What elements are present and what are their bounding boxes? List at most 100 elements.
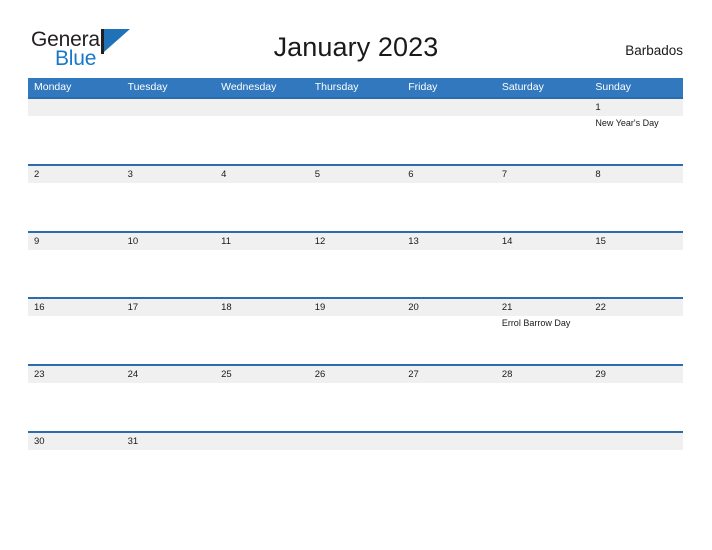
weekday-header-row: Monday Tuesday Wednesday Thursday Friday Satu… xyxy=(28,78,683,97)
weekday-header-thursday: Thursday xyxy=(314,81,359,93)
day-number: 12 xyxy=(314,235,326,247)
day-cell-19[interactable]: 19 xyxy=(309,299,403,364)
day-cell-empty xyxy=(309,433,403,498)
day-cell-2[interactable]: 2 xyxy=(28,166,122,231)
day-number xyxy=(502,433,590,450)
day-cell-empty xyxy=(402,433,496,498)
day-cell-6[interactable]: 6 xyxy=(402,166,496,231)
day-cell-empty xyxy=(215,433,309,498)
day-cell-21[interactable]: 21 Errol Barrow Day xyxy=(496,299,590,364)
day-number xyxy=(221,99,309,116)
day-cell-empty xyxy=(589,433,683,498)
day-cell-16[interactable]: 16 xyxy=(28,299,122,364)
day-number: 21 xyxy=(501,302,513,314)
holiday-label: Errol Barrow Day xyxy=(501,318,571,329)
page-header: General Blue January 2023 Barbados xyxy=(0,0,712,78)
day-number: 1 xyxy=(595,102,601,113)
day-cell-15[interactable]: 15 xyxy=(589,233,683,298)
day-cell-18[interactable]: 18 xyxy=(215,299,309,364)
day-number xyxy=(595,433,683,450)
day-number: 23 xyxy=(34,369,45,381)
day-cell-empty xyxy=(215,99,309,164)
day-cell-29[interactable]: 29 xyxy=(589,366,683,431)
country-label: Barbados xyxy=(625,43,683,58)
day-cell-empty xyxy=(496,433,590,498)
day-cell-26[interactable]: 26 xyxy=(309,366,403,431)
day-cell-3[interactable]: 3 xyxy=(122,166,216,231)
day-cell-4[interactable]: 4 xyxy=(215,166,309,231)
day-cell-empty xyxy=(402,99,496,164)
day-number: 11 xyxy=(221,235,231,247)
day-cell-17[interactable]: 17 xyxy=(122,299,216,364)
day-number xyxy=(34,99,122,116)
weekday-header-monday: Monday xyxy=(34,81,72,93)
day-cell-1[interactable]: 1 New Year's Day xyxy=(589,99,683,164)
calendar-week-row: 23 24 25 26 27 28 29 xyxy=(28,364,683,431)
day-number: 10 xyxy=(127,235,139,247)
day-number: 29 xyxy=(595,369,606,381)
day-cell-22[interactable]: 22 xyxy=(589,299,683,364)
day-cell-12[interactable]: 12 xyxy=(309,233,403,298)
day-number: 25 xyxy=(221,369,232,381)
day-number: 6 xyxy=(408,168,414,180)
day-cell-25[interactable]: 25 xyxy=(215,366,309,431)
day-cell-7[interactable]: 7 xyxy=(496,166,590,231)
day-cell-10[interactable]: 10 xyxy=(122,233,216,298)
week-cells: 9 10 11 12 13 14 15 xyxy=(28,233,683,298)
day-cell-28[interactable]: 28 xyxy=(496,366,590,431)
weekday-header-friday: Friday xyxy=(408,81,438,93)
day-number: 16 xyxy=(34,302,45,314)
day-number xyxy=(502,99,590,116)
calendar-week-row: 2 3 4 5 6 7 8 xyxy=(28,163,683,231)
day-cell-empty xyxy=(309,99,403,164)
day-cell-24[interactable]: 24 xyxy=(122,366,216,431)
day-number xyxy=(315,99,403,116)
day-number: 8 xyxy=(595,168,601,180)
week-cells: 30 31 xyxy=(28,433,683,498)
day-cell-27[interactable]: 27 xyxy=(402,366,496,431)
week-cells: 16 17 18 19 20 21 Errol Barrow Day 22 xyxy=(28,299,683,364)
day-cell-9[interactable]: 9 xyxy=(28,233,122,298)
day-cell-30[interactable]: 30 xyxy=(28,433,122,498)
week-cells: 1 New Year's Day xyxy=(28,99,683,164)
day-number: 17 xyxy=(127,302,139,314)
day-cell-8[interactable]: 8 xyxy=(589,166,683,231)
day-number: 30 xyxy=(34,435,45,447)
day-number: 3 xyxy=(127,168,133,180)
day-cell-5[interactable]: 5 xyxy=(309,166,403,231)
day-number: 20 xyxy=(408,302,419,314)
day-number: 5 xyxy=(314,168,320,180)
day-number: 26 xyxy=(314,369,326,381)
page-title: January 2023 xyxy=(273,32,439,62)
day-number: 31 xyxy=(127,435,139,447)
calendar-weeks: 1 New Year's Day 2 3 4 5 6 7 8 9 10 11 12 13 14 15 16 17 1… xyxy=(28,97,683,498)
calendar-page: General Blue January 2023 Barbados Monda… xyxy=(0,0,712,550)
day-events: Errol Barrow Day xyxy=(502,316,590,329)
day-number xyxy=(128,99,216,116)
calendar-week-row: 9 10 11 12 13 14 15 xyxy=(28,230,683,298)
day-cell-20[interactable]: 20 xyxy=(402,299,496,364)
day-number: 22 xyxy=(595,302,606,314)
day-cell-23[interactable]: 23 xyxy=(28,366,122,431)
day-cell-31[interactable]: 31 xyxy=(122,433,216,498)
day-cell-empty xyxy=(28,99,122,164)
weekday-header-tuesday: Tuesday xyxy=(127,81,168,93)
day-number xyxy=(408,433,496,450)
day-number: 14 xyxy=(501,235,513,247)
day-cell-14[interactable]: 14 xyxy=(496,233,590,298)
holiday-label: New Year's Day xyxy=(595,118,659,128)
day-number: 28 xyxy=(501,369,513,381)
weekday-header-wednesday: Wednesday xyxy=(221,81,277,93)
calendar-week-row: 1 New Year's Day xyxy=(28,97,683,164)
week-cells: 2 3 4 5 6 7 8 xyxy=(28,166,683,231)
day-number xyxy=(221,433,309,450)
day-number: 2 xyxy=(34,168,40,180)
day-cell-11[interactable]: 11 xyxy=(215,233,309,298)
calendar-week-row: 16 17 18 19 20 21 Errol Barrow Day 22 xyxy=(28,297,683,364)
day-events: New Year's Day xyxy=(595,116,683,129)
weekday-header-saturday: Saturday xyxy=(501,81,544,93)
day-cell-13[interactable]: 13 xyxy=(402,233,496,298)
day-number: 13 xyxy=(408,235,419,247)
day-cell-empty xyxy=(122,99,216,164)
day-number: 27 xyxy=(408,369,419,381)
